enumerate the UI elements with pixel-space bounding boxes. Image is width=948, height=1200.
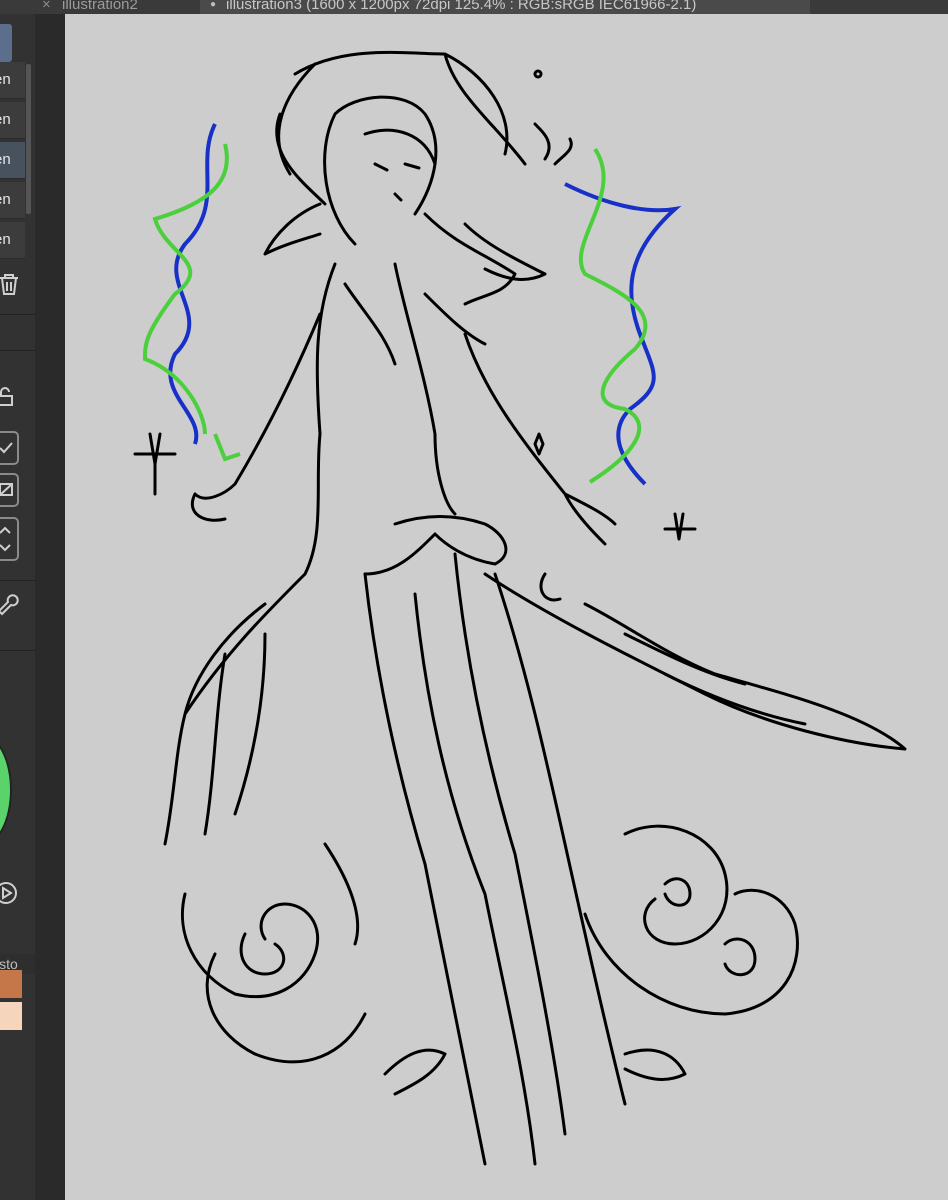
close-icon[interactable]: × <box>42 0 56 14</box>
panel-header-button[interactable] <box>0 24 12 62</box>
main-color-wheel[interactable] <box>0 734 12 846</box>
play-icon[interactable] <box>0 880 20 906</box>
tab-illustration2[interactable]: × illustration2 <box>42 0 192 14</box>
trash-icon[interactable] <box>0 272 20 298</box>
panel-scroll-strip <box>35 14 65 1200</box>
layer-row[interactable]: en <box>0 222 25 259</box>
tab-label: illustration2 <box>62 0 138 13</box>
layer-panel: en en en en en isto <box>0 14 35 1200</box>
mask-icon[interactable] <box>0 472 20 508</box>
color-swatch[interactable] <box>0 1002 22 1030</box>
tab-illustration3-active[interactable]: ● illustration3 (1600 x 1200px 72dpi 125.… <box>200 0 810 14</box>
unsaved-dot-icon: ● <box>210 0 217 11</box>
drawing-canvas[interactable] <box>65 14 948 1200</box>
layer-name: en <box>0 71 11 88</box>
panel-divider <box>0 580 35 581</box>
chevron-up-down-icon[interactable] <box>0 516 20 562</box>
color-swatch[interactable] <box>0 970 22 998</box>
layer-row[interactable]: en <box>0 62 25 99</box>
layer-row[interactable]: en <box>0 102 25 139</box>
layer-row[interactable]: en <box>0 182 25 219</box>
layer-list-scrollbar[interactable] <box>26 64 31 214</box>
panel-divider <box>0 314 35 315</box>
lock-icon[interactable] <box>0 384 20 410</box>
tab-label: illustration3 (1600 x 1200px 72dpi 125.4… <box>226 0 697 13</box>
figure-lineart <box>133 50 907 1166</box>
sketch-artwork <box>133 50 907 1166</box>
layer-name: en <box>0 151 11 168</box>
layer-row-selected[interactable]: en <box>0 142 25 179</box>
panel-divider <box>0 350 35 351</box>
panel-divider <box>0 650 35 651</box>
check-icon[interactable] <box>0 430 20 466</box>
blue-magic-stroke-right <box>564 182 682 486</box>
layer-name: en <box>0 111 11 128</box>
wrench-icon[interactable] <box>0 592 20 618</box>
layer-name: en <box>0 231 11 248</box>
layer-name: en <box>0 191 11 208</box>
green-magic-stroke-left <box>142 143 241 462</box>
document-tab-bar: × illustration2 ● illustration3 (1600 x 12… <box>0 0 948 14</box>
